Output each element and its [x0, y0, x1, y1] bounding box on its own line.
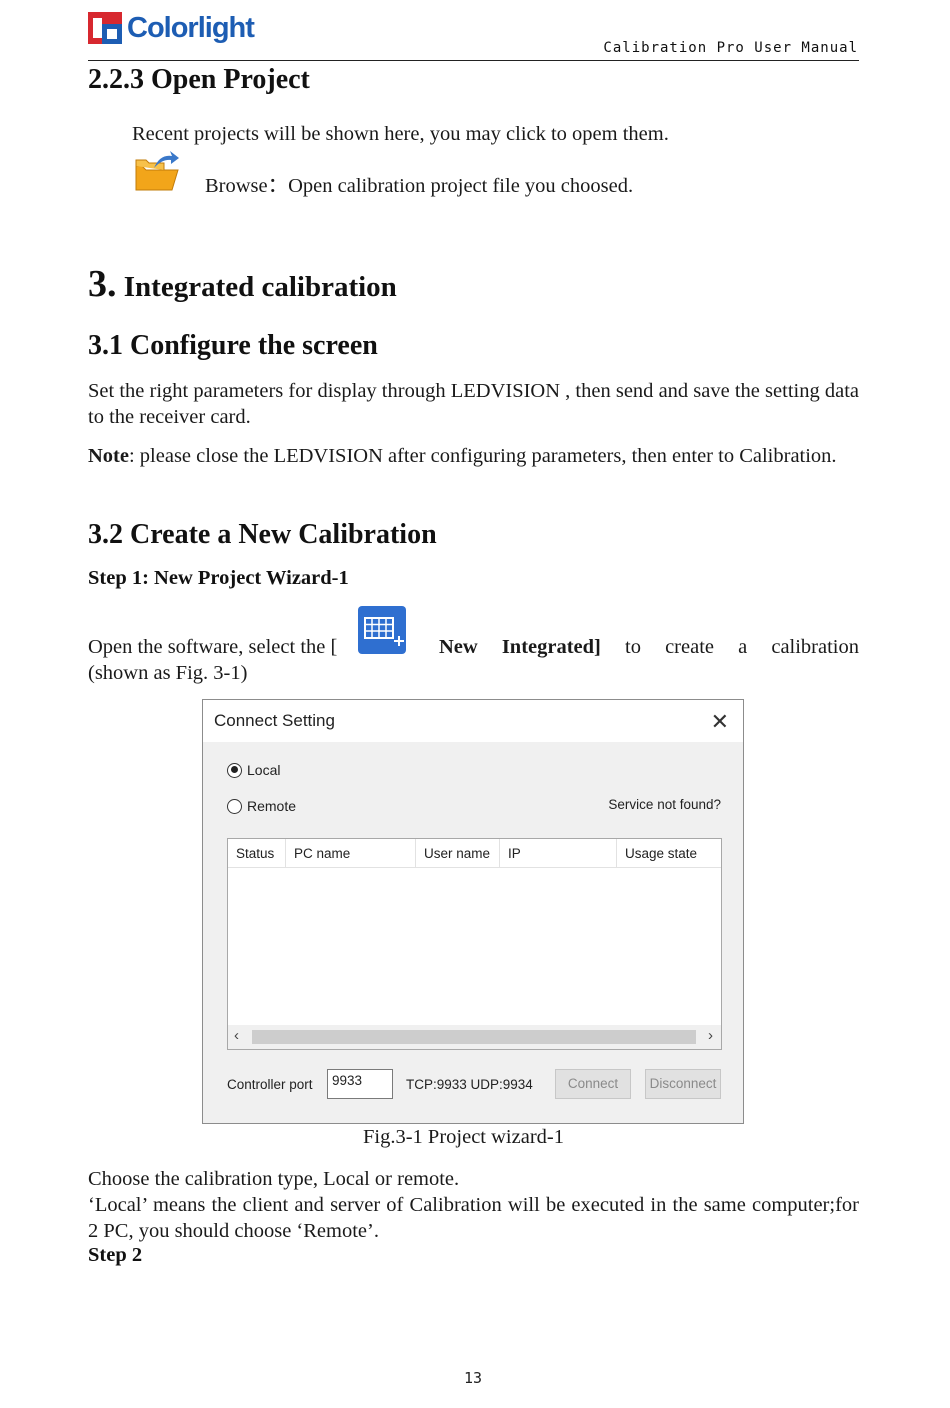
column-user-name[interactable]: User name: [416, 839, 500, 867]
folder-open-icon: [134, 150, 180, 192]
dialog-title: Connect Setting: [214, 711, 335, 730]
colorlight-logo-icon: [88, 10, 124, 46]
step2-heading: Step 2: [88, 1244, 143, 1266]
column-status[interactable]: Status: [228, 839, 286, 867]
scroll-left-icon[interactable]: ‹: [234, 1027, 239, 1044]
open-software-text-post: New Integrated] to create a calibration: [439, 634, 859, 660]
disconnect-button[interactable]: Disconnect: [645, 1069, 721, 1099]
open-software-text-pre: Open the software, select the [: [88, 636, 338, 658]
section-heading-new-calibration: 3.2 Create a New Calibration: [88, 519, 437, 550]
connect-button[interactable]: Connect: [555, 1069, 631, 1099]
section-heading-open-project: 2.2.3 Open Project: [88, 64, 310, 95]
column-usage-state[interactable]: Usage state: [617, 839, 721, 867]
service-not-found-link[interactable]: Service not found?: [608, 797, 721, 812]
step1-heading: Step 1: New Project Wizard-1: [88, 567, 349, 589]
choose-type-text: Choose the calibration type, Local or re…: [88, 1168, 460, 1190]
connect-setting-dialog: Connect Setting ✕ Local Remote Service n…: [202, 699, 744, 1124]
shown-as-fig-text: (shown as Fig. 3-1): [88, 662, 248, 684]
table-header: Status PC name User name IP Usage state: [228, 839, 721, 868]
tcp-udp-info: TCP:9933 UDP:9934: [406, 1077, 533, 1092]
note-label: Note: [88, 445, 129, 467]
note-text: : please close the LEDVISION after confi…: [128, 445, 837, 467]
chapter-heading: 3. Integrated calibration: [88, 262, 397, 306]
dialog-titlebar: Connect Setting ✕: [203, 700, 743, 742]
colorlight-logo: Colorlight: [88, 8, 255, 48]
logo-text: Colorlight: [127, 11, 255, 44]
radio-remote[interactable]: Remote: [227, 798, 296, 814]
configure-paragraph: Set the right parameters for display thr…: [88, 380, 859, 428]
scrollbar-thumb[interactable]: [252, 1030, 696, 1044]
manual-title: Calibration Pro User Manual: [603, 40, 858, 56]
new-integrated-icon: [358, 606, 406, 654]
radio-local-indicator: [227, 762, 242, 778]
scroll-right-icon[interactable]: ›: [708, 1027, 713, 1044]
browse-text: Browse：Open calibration project file you…: [205, 175, 634, 197]
controller-port-label: Controller port: [227, 1077, 313, 1092]
section-heading-configure-screen: 3.1 Configure the screen: [88, 330, 378, 361]
local-remote-explanation: ‘Local’ means the client and server of C…: [88, 1194, 859, 1242]
figure-caption: Fig.3-1 Project wizard-1: [363, 1126, 564, 1148]
horizontal-scrollbar[interactable]: ‹ ›: [228, 1025, 721, 1049]
radio-local[interactable]: Local: [227, 762, 280, 778]
new-integrated-label: New Integrated]: [439, 636, 601, 658]
radio-remote-label: Remote: [247, 798, 297, 814]
radio-remote-indicator: [227, 798, 242, 814]
note-paragraph: Note: please close the LEDVISION after c…: [88, 443, 859, 469]
header-rule: [88, 60, 859, 61]
radio-local-label: Local: [247, 762, 281, 778]
recent-projects-text: Recent projects will be shown here, you …: [132, 123, 669, 145]
page-number: 13: [464, 1369, 483, 1387]
column-pc-name[interactable]: PC name: [286, 839, 416, 867]
close-icon[interactable]: ✕: [711, 709, 729, 735]
controller-port-input[interactable]: 9933: [327, 1069, 393, 1099]
chapter-number: 3.: [88, 263, 117, 305]
open-software-suffix: to create a calibration: [625, 636, 859, 658]
column-ip[interactable]: IP: [500, 839, 617, 867]
pc-list-table[interactable]: Status PC name User name IP Usage state …: [227, 838, 722, 1050]
chapter-title: Integrated calibration: [123, 271, 397, 303]
